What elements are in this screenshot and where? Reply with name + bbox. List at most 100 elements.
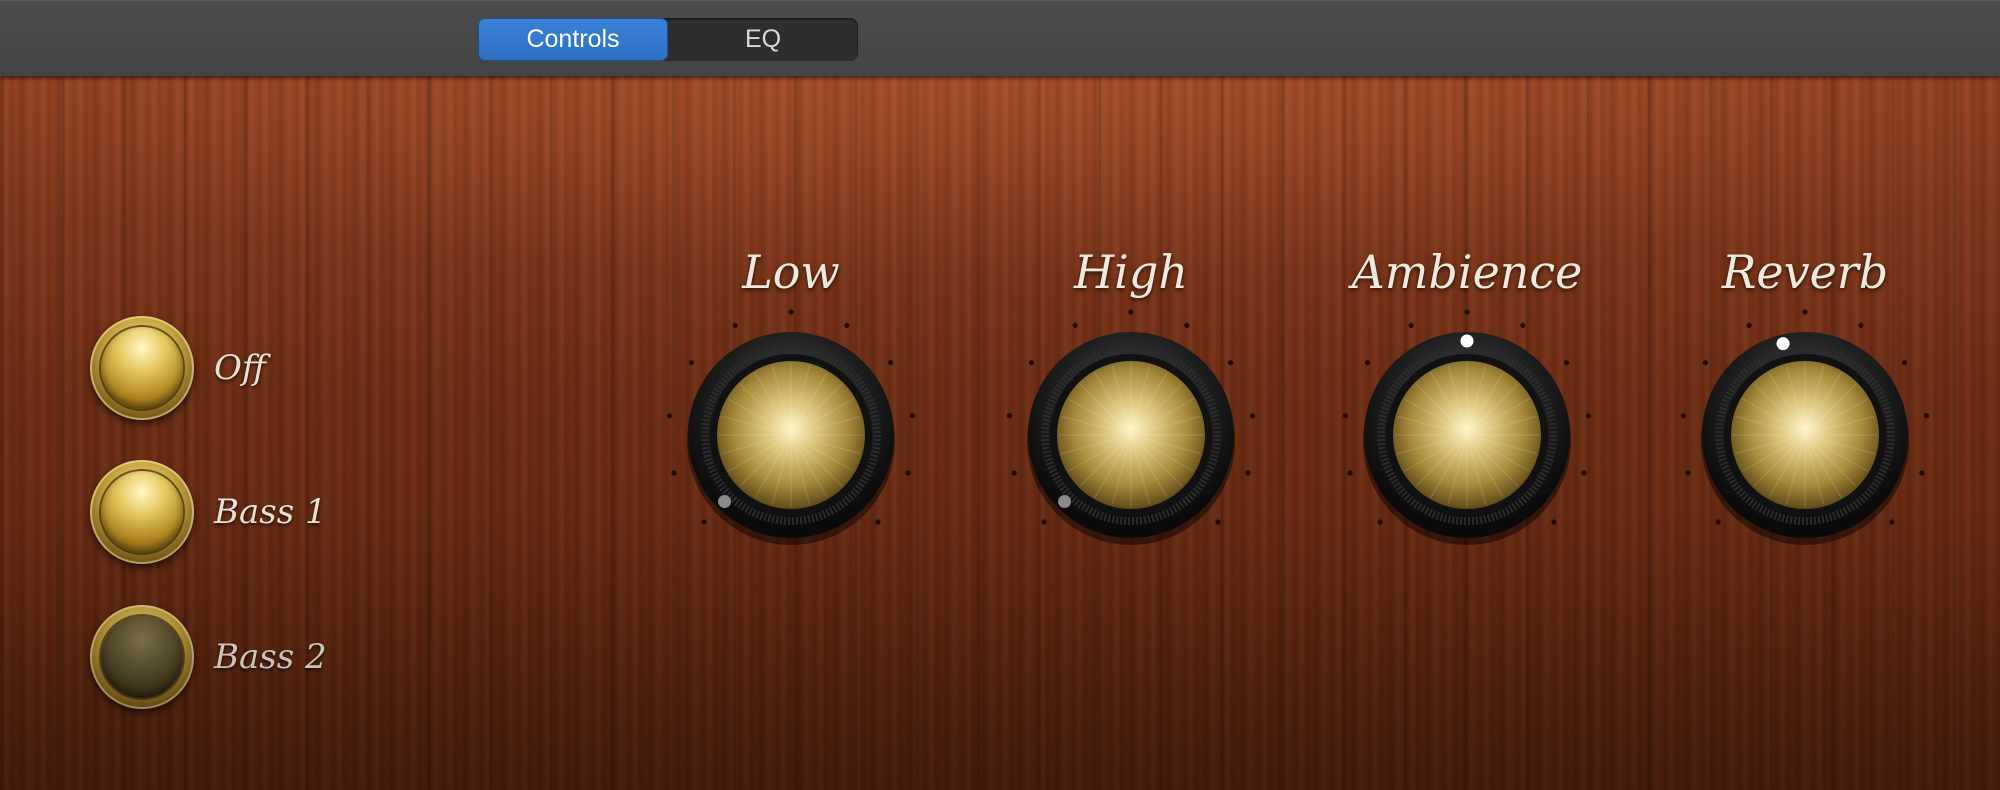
- scale-dot: [887, 360, 894, 366]
- scale-dot: [844, 322, 850, 329]
- off-toggle-button[interactable]: [90, 316, 194, 420]
- knob-outer-ring: [1028, 332, 1234, 538]
- view-segmented-control[interactable]: Controls EQ: [478, 18, 858, 61]
- knob-cap: [717, 361, 865, 509]
- knob-brush-line: [1094, 372, 1168, 498]
- knob-knurl: [701, 345, 881, 525]
- knob-knurl: [1715, 345, 1895, 525]
- knob-brush-line: [1735, 415, 1875, 455]
- scale-dot: [666, 413, 673, 419]
- scale-dot: [671, 470, 677, 476]
- scale-dot: [1245, 470, 1251, 476]
- scale-dot: [1563, 360, 1570, 366]
- sound-option-off[interactable]: Off: [90, 316, 266, 420]
- scale-dot: [1249, 413, 1256, 419]
- knob-brush-line: [1061, 415, 1201, 455]
- scale-dot: [1342, 413, 1349, 419]
- sound-option-bass-2[interactable]: Bass 2: [90, 605, 327, 709]
- bass-1-toggle-button[interactable]: [90, 460, 194, 564]
- knob-outer-ring: [1702, 332, 1908, 538]
- knob-brush-line: [1415, 383, 1519, 487]
- knob-bezel: [1050, 354, 1212, 516]
- knob-brush-line: [754, 372, 828, 498]
- scale-dot: [732, 322, 738, 329]
- bass-2-label: Bass 2: [214, 637, 327, 677]
- knob-brush-line: [1111, 365, 1151, 505]
- scale-dot: [1551, 519, 1557, 525]
- knob-indicator: [1058, 494, 1072, 508]
- knob-knurl: [1041, 345, 1221, 525]
- high-knob[interactable]: [1001, 305, 1261, 565]
- knob-shadow: [1027, 337, 1235, 545]
- knob-brush-line: [1079, 383, 1183, 487]
- knob-brush-line: [1397, 415, 1537, 455]
- scale-dot: [1923, 413, 1930, 419]
- knob-brush-line: [754, 372, 828, 498]
- knob-brush-line: [1061, 415, 1201, 455]
- knob-brush-line: [1753, 383, 1857, 487]
- ambience-knob-label: Ambience: [1351, 245, 1583, 299]
- knob-brush-line: [728, 398, 854, 472]
- knob-brush-line: [1068, 398, 1194, 472]
- knob-brush-line: [771, 365, 811, 505]
- knob-shadow: [1363, 337, 1571, 545]
- scale-dot: [1028, 360, 1035, 366]
- knob-brush-line: [1768, 372, 1842, 498]
- knob-brush-line: [1079, 383, 1183, 487]
- scale-dot: [1702, 360, 1709, 366]
- knob-brush-line: [1068, 398, 1194, 472]
- knob-bezel: [710, 354, 872, 516]
- knob-cap: [1057, 361, 1205, 509]
- knob-brush-line: [1430, 372, 1504, 498]
- scale-dot: [1889, 519, 1895, 525]
- reverb-knob[interactable]: [1675, 305, 1935, 565]
- knob-brush-line: [771, 365, 811, 505]
- knob-unit-low: Low: [661, 245, 921, 585]
- knob-bezel: [1724, 354, 1886, 516]
- sound-option-bass-1[interactable]: Bass 1: [90, 460, 327, 564]
- scale-dot: [788, 309, 794, 315]
- knob-brush-line: [1753, 383, 1857, 487]
- knob-brush-line: [1735, 415, 1875, 455]
- knob-unit-high: High: [1001, 245, 1261, 585]
- scale-dot: [1364, 360, 1371, 366]
- knob-brush-line: [739, 383, 843, 487]
- tab-eq[interactable]: EQ: [668, 18, 858, 61]
- knob-brush-line: [1415, 383, 1519, 487]
- knob-cap: [1393, 361, 1541, 509]
- knob-brush-line: [1742, 398, 1868, 472]
- knob-brush-line: [1404, 398, 1530, 472]
- knob-cap: [1731, 361, 1879, 509]
- scale-dot: [1685, 470, 1691, 476]
- knob-brush-line: [1447, 365, 1487, 505]
- knob-brush-line: [1785, 365, 1825, 505]
- knob-brush-line: [721, 415, 861, 455]
- knob-shadow: [687, 337, 895, 545]
- ambience-knob[interactable]: [1337, 305, 1597, 565]
- scale-dot: [1408, 322, 1414, 329]
- low-knob[interactable]: [661, 305, 921, 565]
- low-knob-label: Low: [742, 245, 840, 299]
- scale-dot: [1585, 413, 1592, 419]
- scale-dot: [1858, 322, 1864, 329]
- high-knob-label: High: [1074, 245, 1188, 299]
- scale-dot: [1347, 470, 1353, 476]
- bass-2-toggle-button[interactable]: [90, 605, 194, 709]
- knob-brush-line: [739, 383, 843, 487]
- scale-dot: [1520, 322, 1526, 329]
- scale-dot: [1041, 519, 1047, 525]
- scale-dot: [909, 413, 916, 419]
- tab-controls[interactable]: Controls: [478, 18, 668, 61]
- knob-knurl: [1377, 345, 1557, 525]
- scale-dot: [1715, 519, 1721, 525]
- bass-1-label: Bass 1: [214, 492, 327, 532]
- scale-dot: [1802, 309, 1808, 315]
- scale-dot: [1011, 470, 1017, 476]
- scale-dot: [1184, 322, 1190, 329]
- knob-brush-line: [721, 415, 861, 455]
- knob-outer-ring: [688, 332, 894, 538]
- knob-shadow: [1701, 337, 1909, 545]
- scale-dot: [1919, 470, 1925, 476]
- wood-panel: Off Bass 1 Bass 2 Low High Ambience Reve…: [0, 75, 2000, 790]
- knob-brush-line: [1430, 372, 1504, 498]
